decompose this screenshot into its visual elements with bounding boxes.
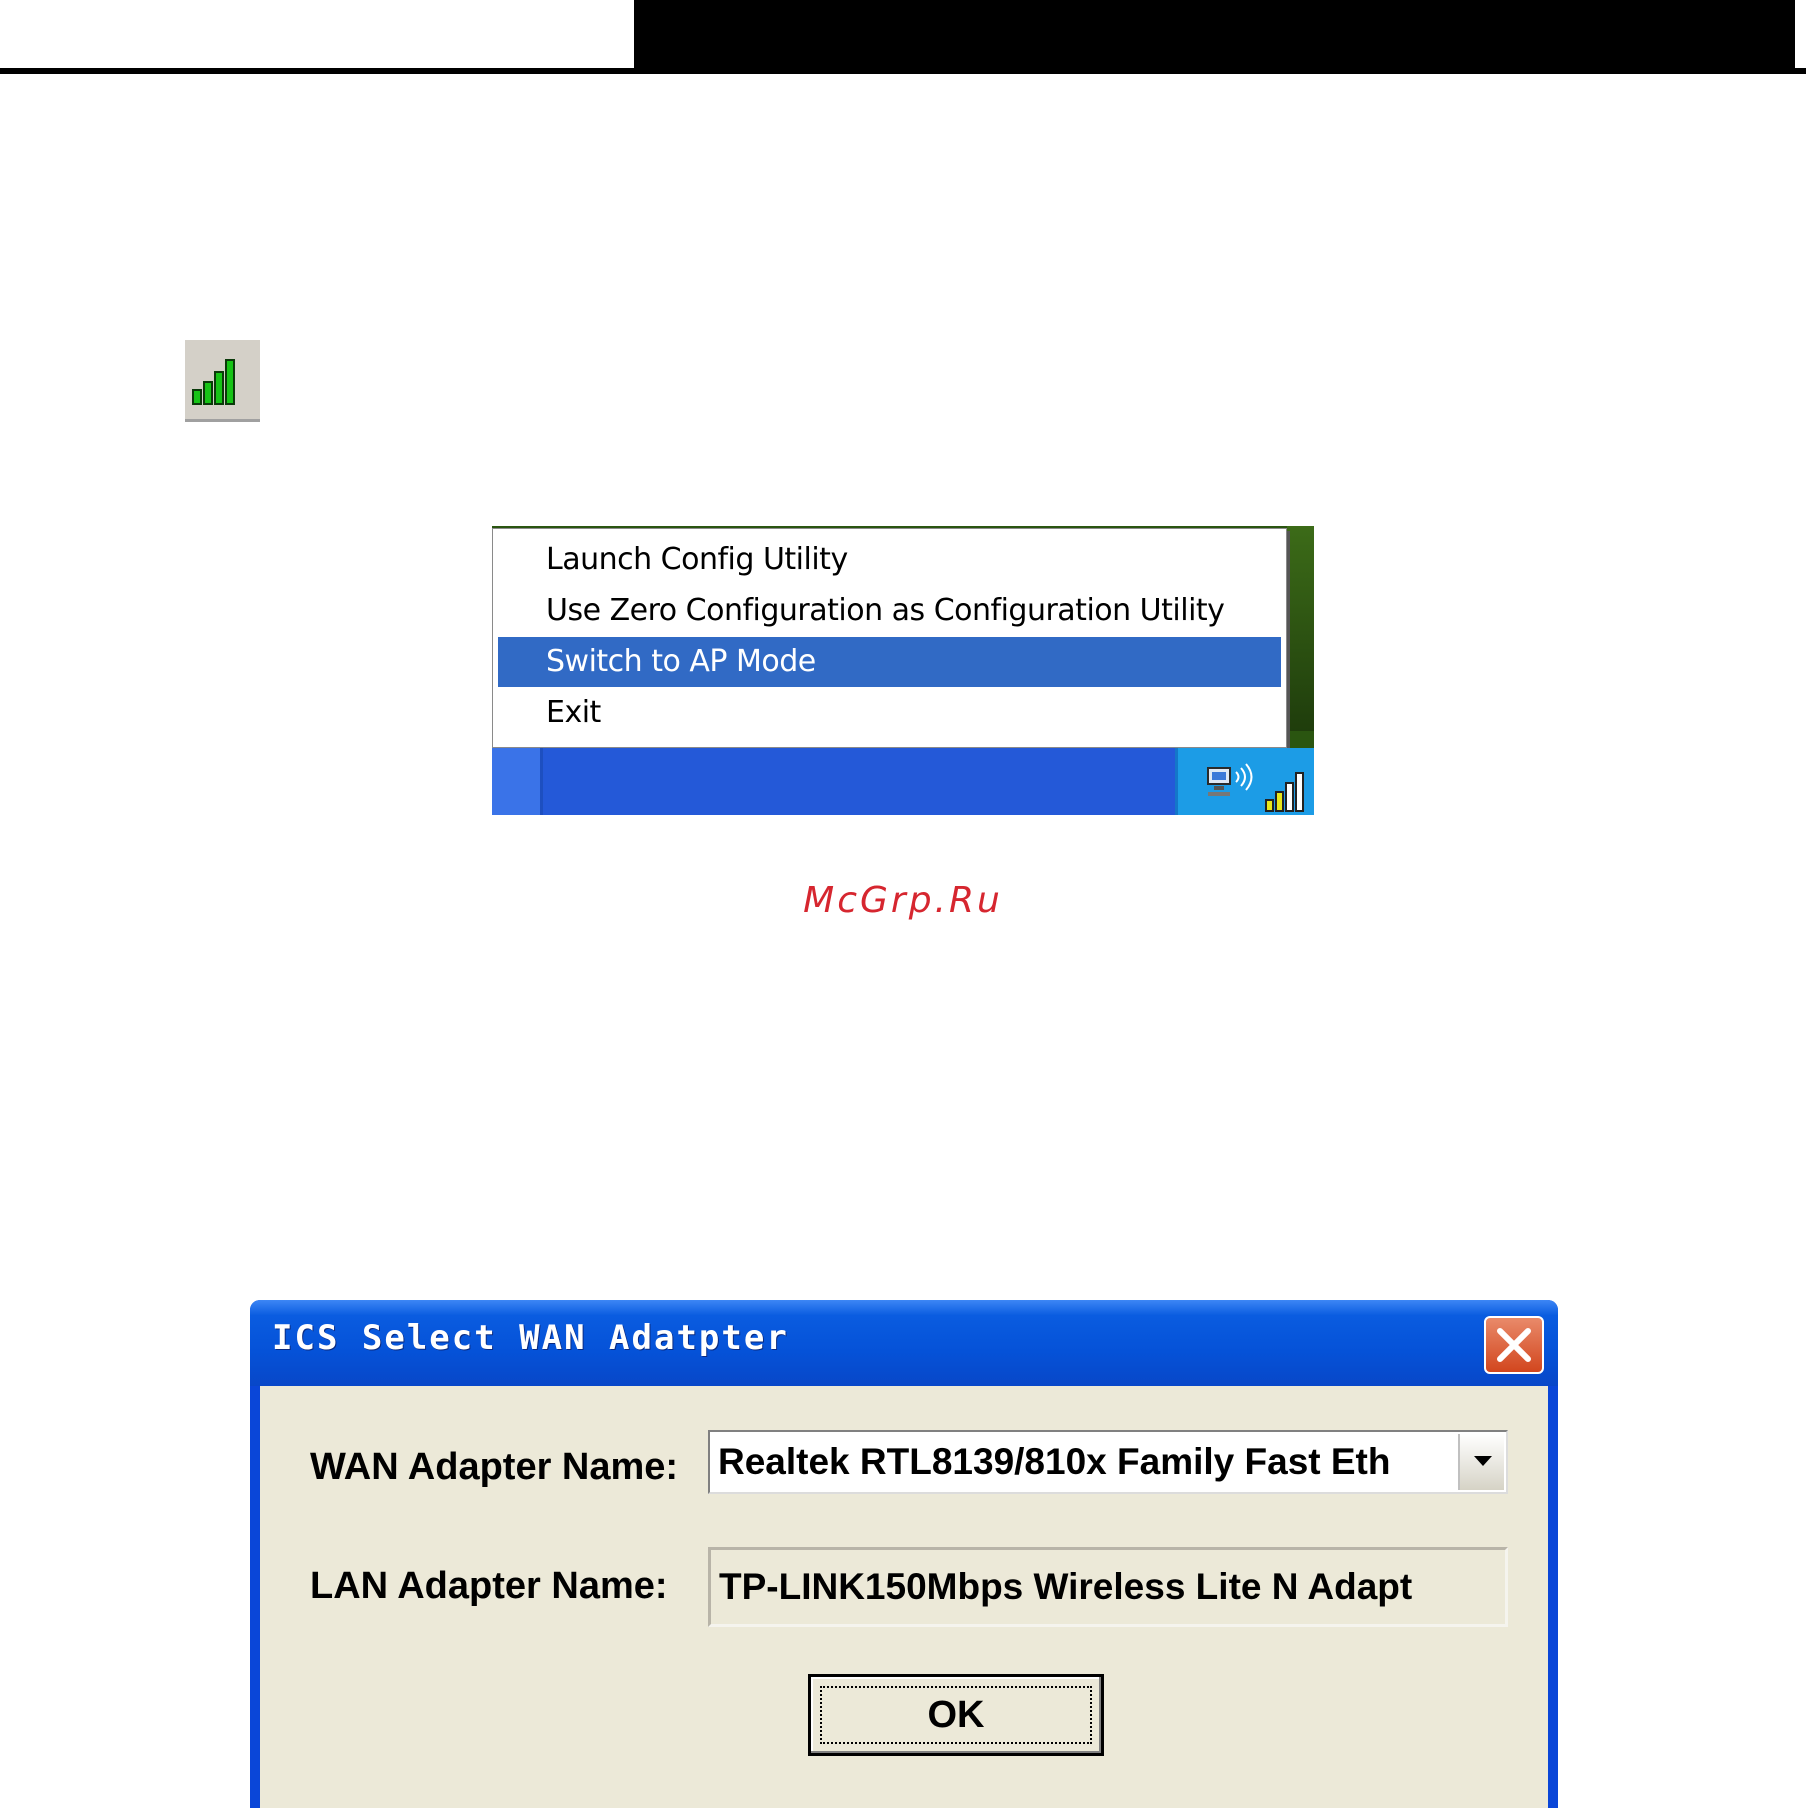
context-menu-screenshot: Launch Config Utility Use Zero Configura… xyxy=(492,526,1314,815)
menu-item-exit[interactable]: Exit xyxy=(498,688,1281,738)
tray-context-menu: Launch Config Utility Use Zero Configura… xyxy=(492,528,1287,748)
header-black-block xyxy=(634,0,1795,72)
wan-adapter-value: Realtek RTL8139/810x Family Fast Eth xyxy=(718,1441,1391,1482)
ok-button[interactable]: OK xyxy=(808,1674,1104,1756)
chevron-down-icon xyxy=(1474,1456,1492,1466)
dropdown-button[interactable] xyxy=(1458,1434,1504,1490)
ics-select-wan-adapter-dialog: ICS Select WAN Adatpter WAN Adapter Name… xyxy=(250,1300,1558,1808)
system-tray xyxy=(1175,748,1314,815)
lan-adapter-label: LAN Adapter Name: xyxy=(310,1565,668,1607)
desktop-background xyxy=(1287,526,1314,731)
dialog-body: WAN Adapter Name: Realtek RTL8139/810x F… xyxy=(260,1386,1548,1808)
dialog-title: ICS Select WAN Adatpter xyxy=(272,1318,789,1358)
wan-adapter-label: WAN Adapter Name: xyxy=(310,1446,679,1488)
signal-strength-icon xyxy=(192,359,235,405)
taskbar-button[interactable] xyxy=(492,748,543,815)
dialog-titlebar[interactable]: ICS Select WAN Adatpter xyxy=(250,1300,1558,1386)
ok-button-label: OK xyxy=(820,1686,1092,1744)
signal-strength-icon[interactable] xyxy=(1264,770,1312,812)
utility-tray-icon[interactable] xyxy=(185,338,260,422)
wan-adapter-select[interactable]: Realtek RTL8139/810x Family Fast Eth xyxy=(708,1430,1508,1494)
menu-item-launch-config-utility[interactable]: Launch Config Utility xyxy=(498,535,1281,585)
close-button[interactable] xyxy=(1484,1316,1544,1374)
header-rule xyxy=(0,68,1806,74)
wireless-network-icon[interactable] xyxy=(1206,762,1256,800)
menu-item-switch-to-ap-mode[interactable]: Switch to AP Mode xyxy=(498,637,1281,687)
close-icon xyxy=(1497,1328,1531,1362)
watermark: McGrp.Ru xyxy=(803,880,1003,921)
menu-item-use-zero-configuration[interactable]: Use Zero Configuration as Configuration … xyxy=(498,586,1281,636)
lan-adapter-field: TP-LINK150Mbps Wireless Lite N Adapt xyxy=(708,1547,1508,1627)
